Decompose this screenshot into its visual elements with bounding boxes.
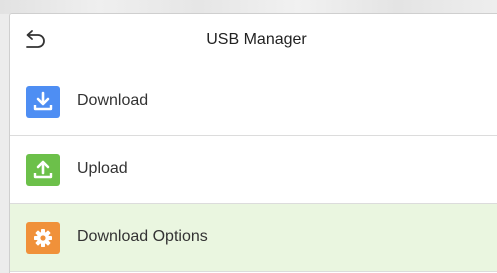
background-top	[0, 0, 497, 14]
menu-item-label: Download Options	[77, 228, 208, 245]
menu-item-label: Upload	[77, 160, 128, 177]
page-title: USB Manager	[206, 31, 307, 48]
upload-icon	[26, 154, 60, 186]
header-bar: USB Manager	[10, 14, 497, 69]
download-icon	[26, 86, 60, 118]
device-screen: USB Manager Download Upload Download Opt…	[9, 13, 497, 273]
menu-item-upload[interactable]: Upload	[10, 136, 497, 204]
menu-item-download[interactable]: Download	[10, 68, 497, 136]
gear-icon	[26, 222, 60, 254]
menu-item-label: Download	[77, 92, 149, 109]
menu-item-download-options[interactable]: Download Options	[10, 204, 497, 272]
